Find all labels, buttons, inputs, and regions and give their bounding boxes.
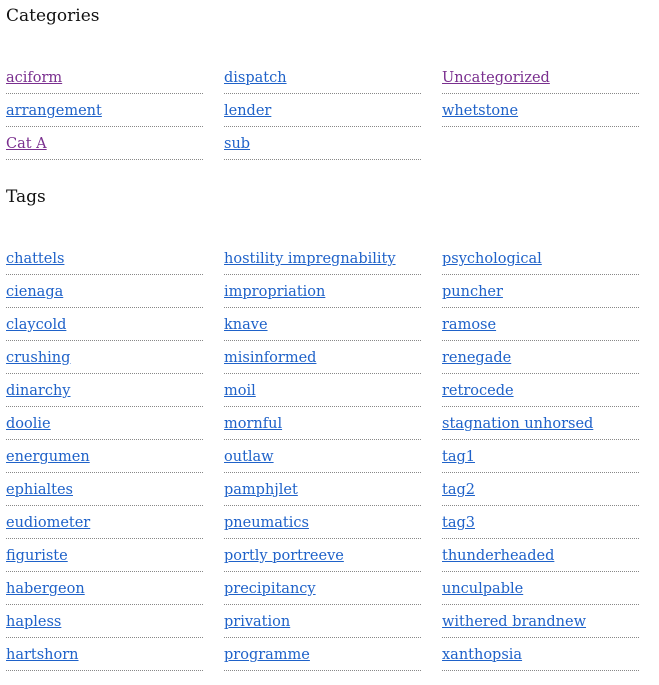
categories-list: aciform dispatch Uncategorized arrangement l… <box>6 61 639 160</box>
tag-link[interactable]: impropriation <box>224 283 325 301</box>
tag-link[interactable]: tag1 <box>442 448 475 466</box>
category-link[interactable]: Uncategorized <box>442 69 550 87</box>
tag-link[interactable]: psychological <box>442 250 542 268</box>
tag-link[interactable]: crushing <box>6 349 70 367</box>
category-link[interactable]: lender <box>224 102 271 120</box>
tag-list-item: ramose <box>442 308 639 341</box>
category-list-item: whetstone <box>442 94 639 127</box>
tag-link[interactable]: puncher <box>442 283 503 301</box>
tag-list-item: privation <box>224 605 421 638</box>
tag-list-item: unculpable <box>442 572 639 605</box>
tag-list-item: hapless <box>6 605 203 638</box>
category-list-item: dispatch <box>224 61 421 94</box>
tag-list-item: claycold <box>6 308 203 341</box>
tag-link[interactable]: stagnation unhorsed <box>442 415 593 433</box>
tag-list-item: dinarchy <box>6 374 203 407</box>
tag-link[interactable]: privation <box>224 613 290 631</box>
tag-list-item: moil <box>224 374 421 407</box>
category-list-item: Cat A <box>6 127 203 160</box>
tag-link[interactable]: eudiometer <box>6 514 90 532</box>
category-list-item: Uncategorized <box>442 61 639 94</box>
tag-list-item: pneumatics <box>224 506 421 539</box>
tag-link[interactable]: tag3 <box>442 514 475 532</box>
tag-list-item: pamphjlet <box>224 473 421 506</box>
category-list-item: sub <box>224 127 421 160</box>
tag-link[interactable]: chattels <box>6 250 64 268</box>
tag-list-item: crushing <box>6 341 203 374</box>
category-list-item: aciform <box>6 61 203 94</box>
tag-list-item: doolie <box>6 407 203 440</box>
tag-list-item: withered brandnew <box>442 605 639 638</box>
tag-list-item: precipitancy <box>224 572 421 605</box>
tag-list-item: retrocede <box>442 374 639 407</box>
tags-heading: Tags <box>6 187 46 207</box>
tag-list-item: ephialtes <box>6 473 203 506</box>
tag-list-item: renegade <box>442 341 639 374</box>
tag-list-item: outlaw <box>224 440 421 473</box>
tag-list-item: mornful <box>224 407 421 440</box>
tag-list-item: energumen <box>6 440 203 473</box>
tag-list-item: chattels <box>6 242 203 275</box>
tag-link[interactable]: misinformed <box>224 349 316 367</box>
tag-link[interactable]: precipitancy <box>224 580 316 598</box>
categories-heading: Categories <box>6 6 100 26</box>
tag-list-item: cienaga <box>6 275 203 308</box>
tag-link[interactable]: portly portreeve <box>224 547 344 565</box>
tag-list-item: hartshorn <box>6 638 203 671</box>
tag-list-item: stagnation unhorsed <box>442 407 639 440</box>
category-list-item: lender <box>224 94 421 127</box>
tag-link[interactable]: ephialtes <box>6 481 73 499</box>
tag-link[interactable]: hartshorn <box>6 646 79 664</box>
tag-list-item: figuriste <box>6 539 203 572</box>
tag-list-item: hostility impregnability <box>224 242 421 275</box>
tag-list-item: habergeon <box>6 572 203 605</box>
tag-link[interactable]: pneumatics <box>224 514 309 532</box>
tag-link[interactable]: hapless <box>6 613 61 631</box>
category-link[interactable]: whetstone <box>442 102 518 120</box>
tag-list-item: portly portreeve <box>224 539 421 572</box>
tag-list-item: puncher <box>442 275 639 308</box>
tag-list-item: tag2 <box>442 473 639 506</box>
tag-link[interactable]: ramose <box>442 316 496 334</box>
tag-link[interactable]: knave <box>224 316 268 334</box>
tag-link[interactable]: renegade <box>442 349 511 367</box>
tag-link[interactable]: withered brandnew <box>442 613 586 631</box>
category-link[interactable]: sub <box>224 135 250 153</box>
tag-list-item: misinformed <box>224 341 421 374</box>
tag-link[interactable]: xanthopsia <box>442 646 522 664</box>
category-link[interactable]: Cat A <box>6 135 47 153</box>
category-link[interactable]: aciform <box>6 69 62 87</box>
tag-link[interactable]: tag2 <box>442 481 475 499</box>
tag-list-item: psychological <box>442 242 639 275</box>
tag-link[interactable]: retrocede <box>442 382 514 400</box>
tag-link[interactable]: thunderheaded <box>442 547 554 565</box>
tag-link[interactable]: claycold <box>6 316 66 334</box>
tag-link[interactable]: cienaga <box>6 283 63 301</box>
tag-link[interactable]: outlaw <box>224 448 274 466</box>
tag-link[interactable]: doolie <box>6 415 51 433</box>
tags-list: chattels hostility impregnability psycholo… <box>6 242 639 671</box>
category-link[interactable]: arrangement <box>6 102 102 120</box>
tag-link[interactable]: hostility impregnability <box>224 250 396 268</box>
tag-list-item: tag3 <box>442 506 639 539</box>
tag-list-item: thunderheaded <box>442 539 639 572</box>
tag-link[interactable]: unculpable <box>442 580 523 598</box>
tag-list-item: impropriation <box>224 275 421 308</box>
tag-link[interactable]: programme <box>224 646 310 664</box>
tag-link[interactable]: mornful <box>224 415 282 433</box>
tag-link[interactable]: figuriste <box>6 547 68 565</box>
tag-list-item: xanthopsia <box>442 638 639 671</box>
tag-list-item: eudiometer <box>6 506 203 539</box>
tag-link[interactable]: pamphjlet <box>224 481 298 499</box>
category-link[interactable]: dispatch <box>224 69 287 87</box>
tag-list-item: tag1 <box>442 440 639 473</box>
tag-list-item: programme <box>224 638 421 671</box>
tag-link[interactable]: dinarchy <box>6 382 71 400</box>
tag-list-item: knave <box>224 308 421 341</box>
tag-link[interactable]: habergeon <box>6 580 85 598</box>
tag-link[interactable]: energumen <box>6 448 90 466</box>
category-list-item: arrangement <box>6 94 203 127</box>
tag-link[interactable]: moil <box>224 382 256 400</box>
